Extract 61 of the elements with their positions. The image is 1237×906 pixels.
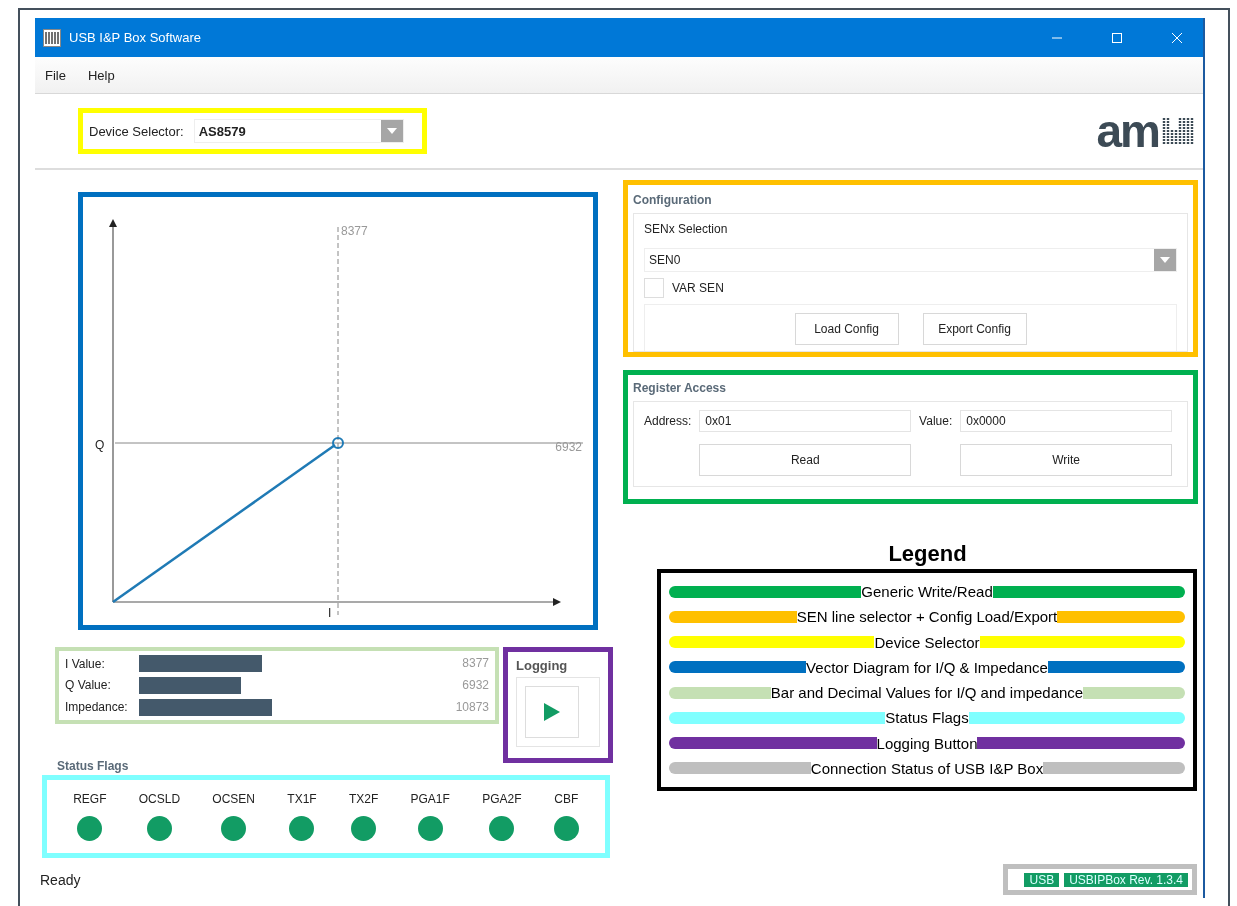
- legend-label: Status Flags: [885, 709, 969, 727]
- x-axis-label: I: [328, 606, 332, 620]
- value-reading: 8377: [462, 656, 489, 671]
- q-reading: 6932: [555, 440, 582, 454]
- value-reading: 10873: [455, 699, 489, 714]
- legend-label: Logging Button: [876, 734, 978, 752]
- status-flags-title: Status Flags: [57, 759, 130, 773]
- close-icon: [1171, 31, 1183, 44]
- legend-label: SEN line selector + Config Load/Export: [796, 608, 1058, 626]
- device-dropdown[interactable]: AS8579: [193, 119, 404, 143]
- value-reading: 6932: [462, 678, 489, 692]
- legend-label: Connection Status of USB I&P Box: [810, 759, 1044, 777]
- logo-text: am: [1096, 108, 1159, 154]
- flag-label: REGF: [73, 792, 107, 806]
- device-selector-label: Device Selector:: [89, 123, 184, 139]
- senx-label: SENx Selection: [644, 222, 729, 236]
- senx-dropdown[interactable]: SEN0: [644, 248, 1177, 272]
- legend-title: Legend: [887, 541, 968, 567]
- section-title: Configuration: [633, 193, 713, 207]
- checkbox[interactable]: [644, 278, 664, 298]
- checkbox-label: VAR SEN: [672, 281, 724, 295]
- address-field[interactable]: 0x01: [699, 410, 912, 432]
- config-button[interactable]: Export Config: [922, 313, 1027, 345]
- legend-label: Vector Diagram for I/Q & Impedance: [806, 658, 1048, 676]
- value-label: Q Value:: [65, 678, 112, 693]
- value-label: Impedance:: [65, 700, 129, 715]
- flag-label: CBF: [554, 792, 579, 806]
- config-button[interactable]: Load Config: [794, 313, 899, 345]
- caret-icon: [1160, 257, 1170, 263]
- flag-label: OCSLD: [138, 792, 181, 806]
- read-button[interactable]: Read: [699, 444, 912, 476]
- app-icon: [43, 28, 61, 47]
- logging-title: Logging: [516, 658, 569, 673]
- status-text: Ready: [40, 871, 81, 888]
- section-title: Register Access: [633, 381, 727, 395]
- logging-button[interactable]: [525, 686, 579, 738]
- menu-item[interactable]: File: [45, 67, 66, 83]
- caret-icon: [386, 128, 397, 134]
- connection-badge: USB: [1024, 873, 1060, 887]
- flag-label: PGA2F: [482, 792, 522, 806]
- i-reading: 8377: [341, 224, 368, 238]
- write-button[interactable]: Write: [960, 444, 1172, 476]
- y-axis-label: Q: [95, 438, 105, 452]
- legend-label: Bar and Decimal Values for I/Q and impedance: [770, 684, 1084, 702]
- window-title: USB I&P Box Software: [69, 30, 202, 45]
- vector-point: [332, 437, 344, 449]
- value-label: Value:: [919, 414, 953, 428]
- menu-item[interactable]: Help: [87, 67, 115, 83]
- value-field[interactable]: 0x0000: [960, 410, 1172, 432]
- value-label: I Value:: [65, 656, 106, 671]
- legend-label: Generic Write/Read: [861, 583, 993, 601]
- logo-icon: [1161, 116, 1195, 146]
- address-label: Address:: [644, 414, 692, 428]
- flag-label: TX1F: [287, 792, 317, 806]
- legend-label: Device Selector: [874, 633, 980, 651]
- maximize-icon: [1111, 31, 1123, 44]
- flag-label: TX2F: [348, 792, 379, 806]
- connection-badge: USBIPBox Rev. 1.3.4: [1064, 873, 1188, 887]
- play-icon: [544, 703, 560, 721]
- flag-label: PGA1F: [410, 792, 450, 806]
- flag-label: OCSEN: [212, 792, 256, 806]
